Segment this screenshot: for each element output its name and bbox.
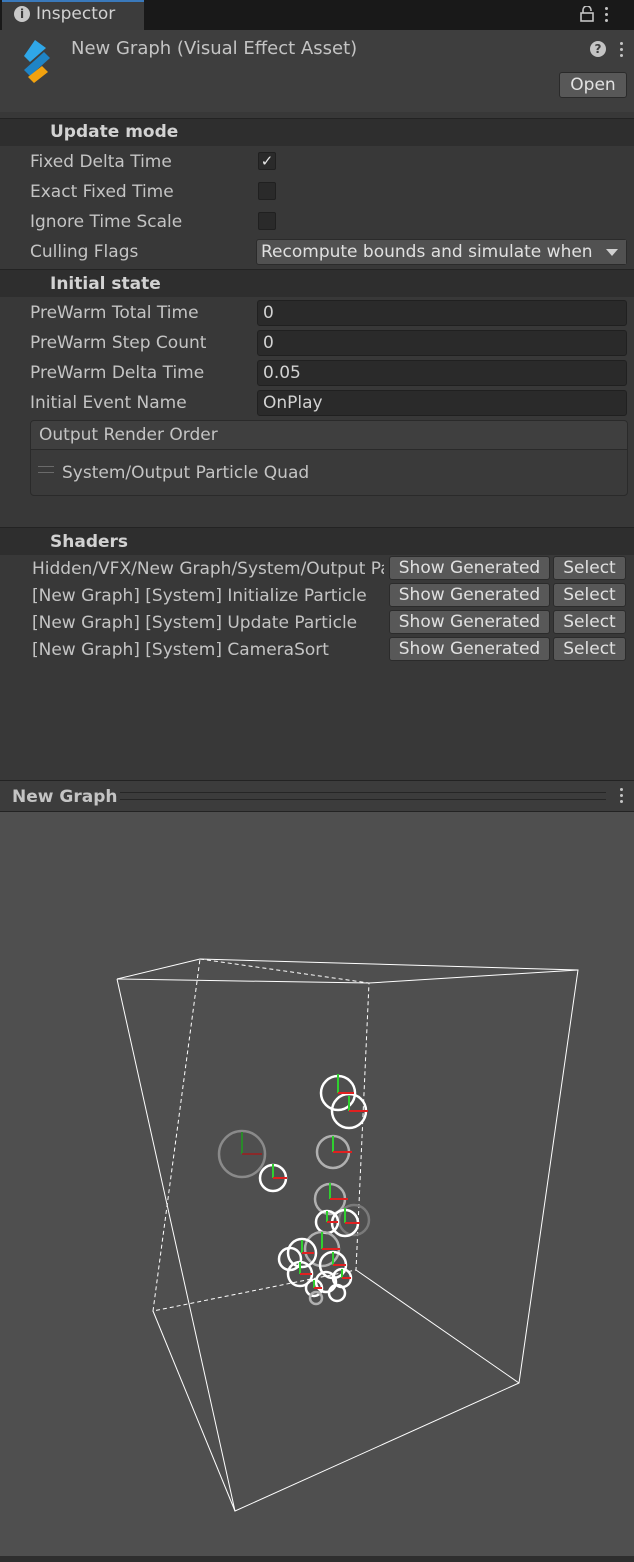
exact-fixed-time-checkbox[interactable]: [258, 182, 276, 200]
shader-name: [New Graph] [System] Initialize Particle: [32, 586, 367, 606]
chevron-down-icon: [606, 249, 618, 256]
drag-grip[interactable]: [120, 792, 606, 800]
exact-fixed-time-label: Exact Fixed Time: [30, 182, 174, 202]
culling-flags-label: Culling Flags: [30, 242, 139, 262]
tab-menu-icon[interactable]: [605, 7, 609, 25]
show-generated-button[interactable]: Show Generated: [389, 556, 550, 580]
info-icon: i: [14, 6, 30, 22]
initial-event-name-label: Initial Event Name: [30, 393, 187, 413]
bottom-strip: [0, 1556, 634, 1562]
fixed-delta-time-checkbox[interactable]: ✓: [258, 152, 276, 170]
show-generated-button[interactable]: Show Generated: [389, 637, 550, 661]
prewarm-step-count-label: PreWarm Step Count: [30, 333, 207, 353]
initial-state-title: Initial state: [50, 274, 161, 294]
prewarm-total-time-label: PreWarm Total Time: [30, 303, 199, 323]
vfx-asset-icon: [24, 40, 50, 83]
list-item[interactable]: System/Output Particle Quad: [62, 463, 309, 483]
shader-name: [New Graph] [System] Update Particle: [32, 613, 358, 633]
help-icon[interactable]: ?: [590, 41, 606, 57]
prewarm-delta-time-label: PreWarm Delta Time: [30, 363, 205, 383]
show-generated-button[interactable]: Show Generated: [389, 610, 550, 634]
particles: [217, 1074, 371, 1306]
ignore-time-scale-checkbox[interactable]: [258, 212, 276, 230]
fixed-delta-time-label: Fixed Delta Time: [30, 152, 172, 172]
select-button[interactable]: Select: [553, 556, 626, 580]
prewarm-total-time-field[interactable]: 0: [257, 300, 627, 326]
update-mode-title: Update mode: [50, 122, 179, 142]
culling-flags-dropdown[interactable]: Recompute bounds and simulate when visib…: [256, 239, 627, 265]
tab-label: Inspector: [36, 4, 116, 24]
select-button[interactable]: Select: [553, 583, 626, 607]
prewarm-step-count-field[interactable]: 0: [257, 330, 627, 356]
drag-handle-icon[interactable]: [38, 466, 54, 473]
ignore-time-scale-label: Ignore Time Scale: [30, 212, 183, 232]
lock-icon[interactable]: [580, 6, 594, 22]
preview-viewport[interactable]: [0, 812, 634, 1556]
select-button[interactable]: Select: [553, 610, 626, 634]
asset-title: New Graph (Visual Effect Asset): [71, 38, 358, 59]
shader-name: [New Graph] [System] CameraSort: [32, 640, 329, 660]
select-button[interactable]: Select: [553, 637, 626, 661]
preview-menu-icon[interactable]: [620, 788, 624, 806]
output-render-order-title: Output Render Order: [39, 425, 218, 445]
shader-name: Hidden/VFX/New Graph/System/Output Parti…: [32, 559, 384, 579]
shaders-title: Shaders: [50, 532, 129, 552]
show-generated-button[interactable]: Show Generated: [389, 583, 550, 607]
prewarm-delta-time-field[interactable]: 0.05: [257, 360, 627, 386]
open-button[interactable]: Open: [559, 72, 627, 98]
initial-event-name-field[interactable]: OnPlay: [257, 390, 627, 416]
header-menu-icon[interactable]: [620, 42, 624, 60]
preview-title: New Graph: [12, 787, 118, 807]
